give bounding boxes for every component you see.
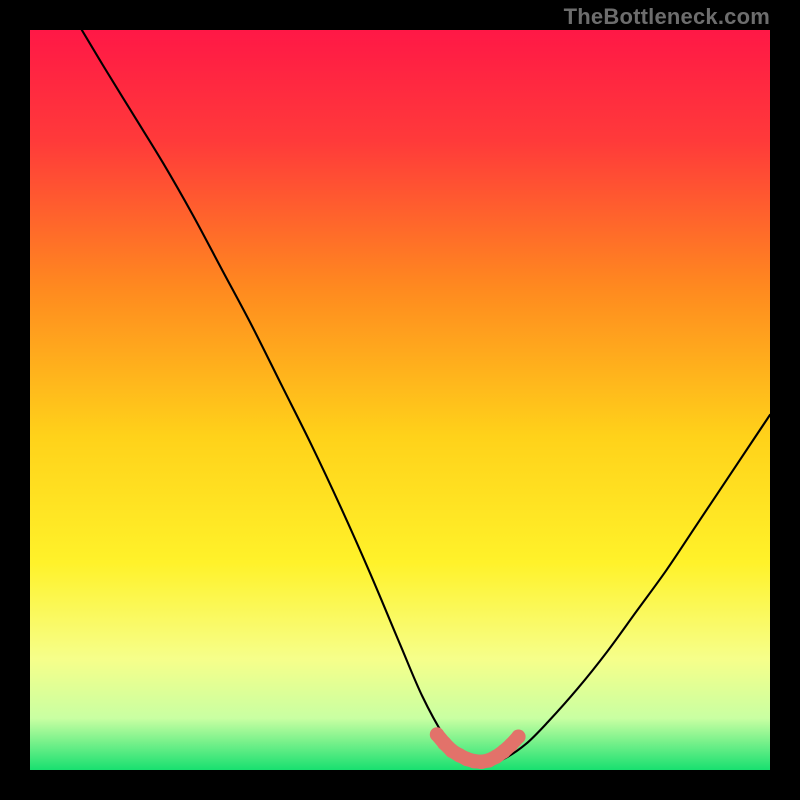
chart-svg [30,30,770,770]
gradient-background [30,30,770,770]
watermark-text: TheBottleneck.com [564,4,770,30]
plot-area [30,30,770,770]
marker-dot [511,730,525,744]
chart-frame: TheBottleneck.com [0,0,800,800]
